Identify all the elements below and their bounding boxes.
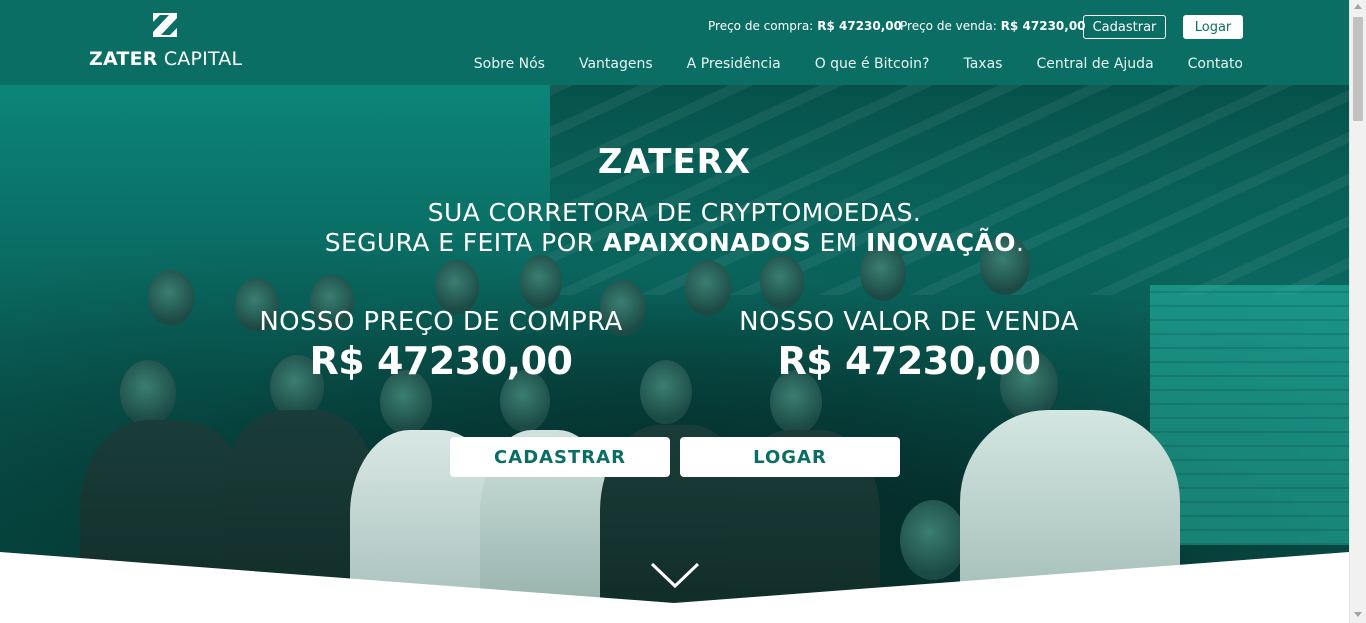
hero-login-button[interactable]: LOGAR (680, 437, 900, 477)
hero-subtitle-line1: SUA CORRETORA DE CRYPTOMOEDAS. (427, 198, 922, 227)
hero-subtitle-line2: SEGURA E FEITA POR APAIXONADOS EM INOVAÇ… (324, 228, 1025, 257)
page-scrollbar[interactable] (1349, 0, 1366, 623)
brand-name-bold: ZATER (89, 48, 158, 70)
chevron-down-icon[interactable] (650, 561, 700, 589)
nav-item-presidencia[interactable]: A Presidência (687, 56, 781, 72)
header-register-button[interactable]: Cadastrar (1083, 15, 1166, 39)
scroll-down-arrow-icon[interactable] (1354, 612, 1362, 617)
site-header: ZATER CAPITAL Preço de compra: R$ 47230,0… (0, 0, 1349, 85)
nav-item-central-ajuda[interactable]: Central de Ajuda (1036, 56, 1153, 72)
hero-buy-price-label: NOSSO PREÇO DE COMPRA (259, 307, 623, 337)
buy-price-label: Preço de compra: (708, 19, 814, 33)
nav-item-bitcoin[interactable]: O que é Bitcoin? (815, 56, 930, 72)
hero-title: ZATERX (597, 142, 752, 182)
hero-sell-price-value: R$ 47230,00 (777, 339, 1041, 383)
buy-price-ticker: Preço de compra: R$ 47230,00 (708, 19, 902, 33)
sell-price-ticker: Preço de venda: R$ 47230,00 (900, 19, 1086, 33)
hero-buy-price: NOSSO PREÇO DE COMPRA R$ 47230,00 (240, 307, 642, 383)
hero-sell-price-label: NOSSO VALOR DE VENDA (739, 307, 1079, 337)
z-logo-icon (153, 13, 177, 37)
header-login-button[interactable]: Logar (1183, 15, 1243, 39)
hero-subtitle: SUA CORRETORA DE CRYPTOMOEDAS. SEGURA E … (0, 198, 1349, 258)
hero-section: ZATERX SUA CORRETORA DE CRYPTOMOEDAS. SE… (0, 85, 1349, 623)
buy-price-value: R$ 47230,00 (817, 19, 903, 33)
hero-buy-price-value: R$ 47230,00 (309, 339, 573, 383)
nav-item-vantagens[interactable]: Vantagens (579, 56, 653, 72)
hero-register-button[interactable]: CADASTRAR (450, 437, 670, 477)
nav-item-contato[interactable]: Contato (1188, 56, 1243, 72)
brand-name-light: CAPITAL (163, 48, 243, 70)
sell-price-label: Preço de venda: (900, 19, 997, 33)
brand-logo[interactable]: ZATER CAPITAL (89, 13, 249, 73)
sell-price-value: R$ 47230,00 (1000, 19, 1086, 33)
brand-name: ZATER CAPITAL (89, 48, 242, 70)
hero-sell-price: NOSSO VALOR DE VENDA R$ 47230,00 (720, 307, 1098, 383)
nav-item-sobre-nos[interactable]: Sobre Nós (474, 56, 545, 72)
main-nav: Sobre Nós Vantagens A Presidência O que … (474, 56, 1243, 72)
scroll-up-arrow-icon[interactable] (1354, 4, 1362, 9)
scrollbar-thumb[interactable] (1353, 17, 1363, 121)
nav-item-taxas[interactable]: Taxas (963, 56, 1002, 72)
